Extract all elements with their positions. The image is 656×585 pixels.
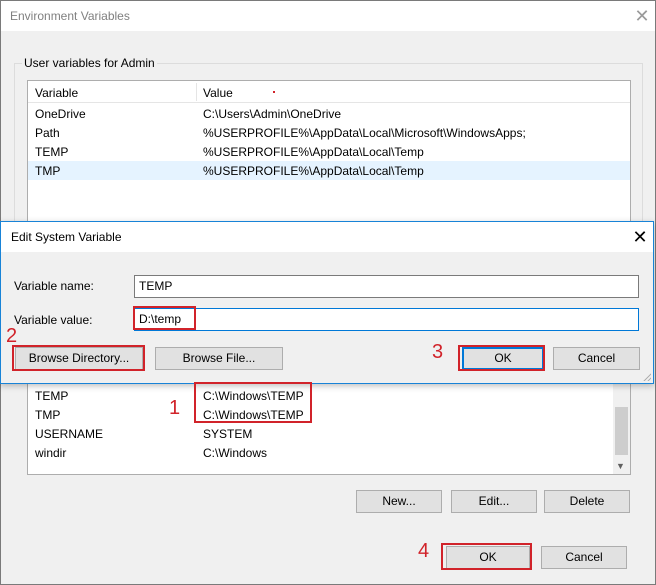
system-variables-list[interactable]: TEMP C:\Windows\TEMP TMP C:\Windows\TEMP…	[27, 371, 631, 475]
list-item[interactable]: Path %USERPROFILE%\AppData\Local\Microso…	[28, 123, 630, 142]
list-item[interactable]: USERNAME SYSTEM	[28, 424, 630, 443]
user-variables-list[interactable]: Variable Value OneDrive C:\Users\Admin\O…	[27, 80, 631, 225]
edit-cancel-button[interactable]: Cancel	[553, 347, 640, 370]
variable-name-cell: TEMP	[35, 145, 69, 159]
annotation-number-2: 2	[6, 325, 18, 347]
annotation-box-browse-directory	[12, 345, 145, 371]
variable-name-cell: TMP	[35, 164, 61, 178]
variable-value-input[interactable]: D:\temp	[134, 308, 639, 331]
variable-name-cell: windir	[35, 446, 67, 460]
variable-value-cell: C:\Windows	[203, 446, 268, 460]
annotation-box-system-temp-values	[194, 382, 312, 423]
user-variables-group-label: User variables for Admin	[22, 56, 157, 70]
variable-name-cell: Path	[35, 126, 60, 140]
list-header: Variable Value	[28, 81, 630, 103]
variable-name-cell: TEMP	[35, 389, 69, 403]
variable-name-cell: OneDrive	[35, 107, 86, 121]
env-window-title: Environment Variables	[10, 9, 130, 23]
column-header-variable[interactable]: Variable	[35, 86, 78, 100]
annotation-box-env-ok	[441, 543, 532, 570]
new-system-variable-button[interactable]: New...	[356, 490, 442, 513]
list-item[interactable]: OneDrive C:\Users\Admin\OneDrive	[28, 104, 630, 123]
delete-system-variable-button[interactable]: Delete	[544, 490, 630, 513]
variable-value-cell: %USERPROFILE%\AppData\Local\Temp	[203, 164, 424, 178]
edit-system-variable-button[interactable]: Edit...	[451, 490, 537, 513]
close-icon[interactable]: ✕	[629, 226, 651, 248]
list-item[interactable]: windir C:\Windows	[28, 443, 630, 462]
variable-name-label: Variable name:	[14, 279, 94, 293]
variable-value-label: Variable value:	[14, 313, 93, 327]
annotation-box-variable-value	[133, 306, 196, 330]
browse-file-button[interactable]: Browse File...	[155, 347, 283, 370]
column-header-value[interactable]: Value	[203, 86, 233, 100]
list-item[interactable]: TEMP %USERPROFILE%\AppData\Local\Temp	[28, 142, 630, 161]
list-item[interactable]: TEMP C:\Windows\TEMP	[28, 386, 630, 405]
annotation-number-4: 4	[418, 540, 430, 562]
annotation-box-edit-ok	[458, 345, 545, 371]
variable-name-input[interactable]: TEMP	[134, 275, 639, 298]
resize-grip-icon[interactable]	[643, 373, 651, 381]
stray-dot	[273, 91, 275, 93]
variable-name-cell: TMP	[35, 408, 61, 422]
env-cancel-button[interactable]: Cancel	[541, 546, 627, 569]
variable-name-cell: USERNAME	[35, 427, 104, 441]
list-item[interactable]: TMP C:\Windows\TEMP	[28, 405, 630, 424]
variable-value-cell: SYSTEM	[203, 427, 253, 441]
variable-value-cell: %USERPROFILE%\AppData\Local\Microsoft\Wi…	[203, 126, 526, 140]
annotation-number-3: 3	[432, 341, 444, 363]
edit-dialog-title: Edit System Variable	[11, 230, 122, 244]
annotation-number-1: 1	[169, 397, 181, 419]
scroll-down-arrow-icon[interactable]: ▼	[616, 461, 625, 471]
vertical-scrollbar[interactable]: ▼	[613, 372, 630, 474]
column-divider[interactable]	[196, 83, 197, 101]
variable-value-cell: %USERPROFILE%\AppData\Local\Temp	[203, 145, 424, 159]
variable-value-cell: C:\Users\Admin\OneDrive	[203, 107, 342, 121]
close-icon[interactable]: ✕	[631, 5, 653, 27]
list-item-selected[interactable]: TMP %USERPROFILE%\AppData\Local\Temp	[28, 161, 630, 180]
scrollbar-thumb[interactable]	[615, 407, 628, 455]
